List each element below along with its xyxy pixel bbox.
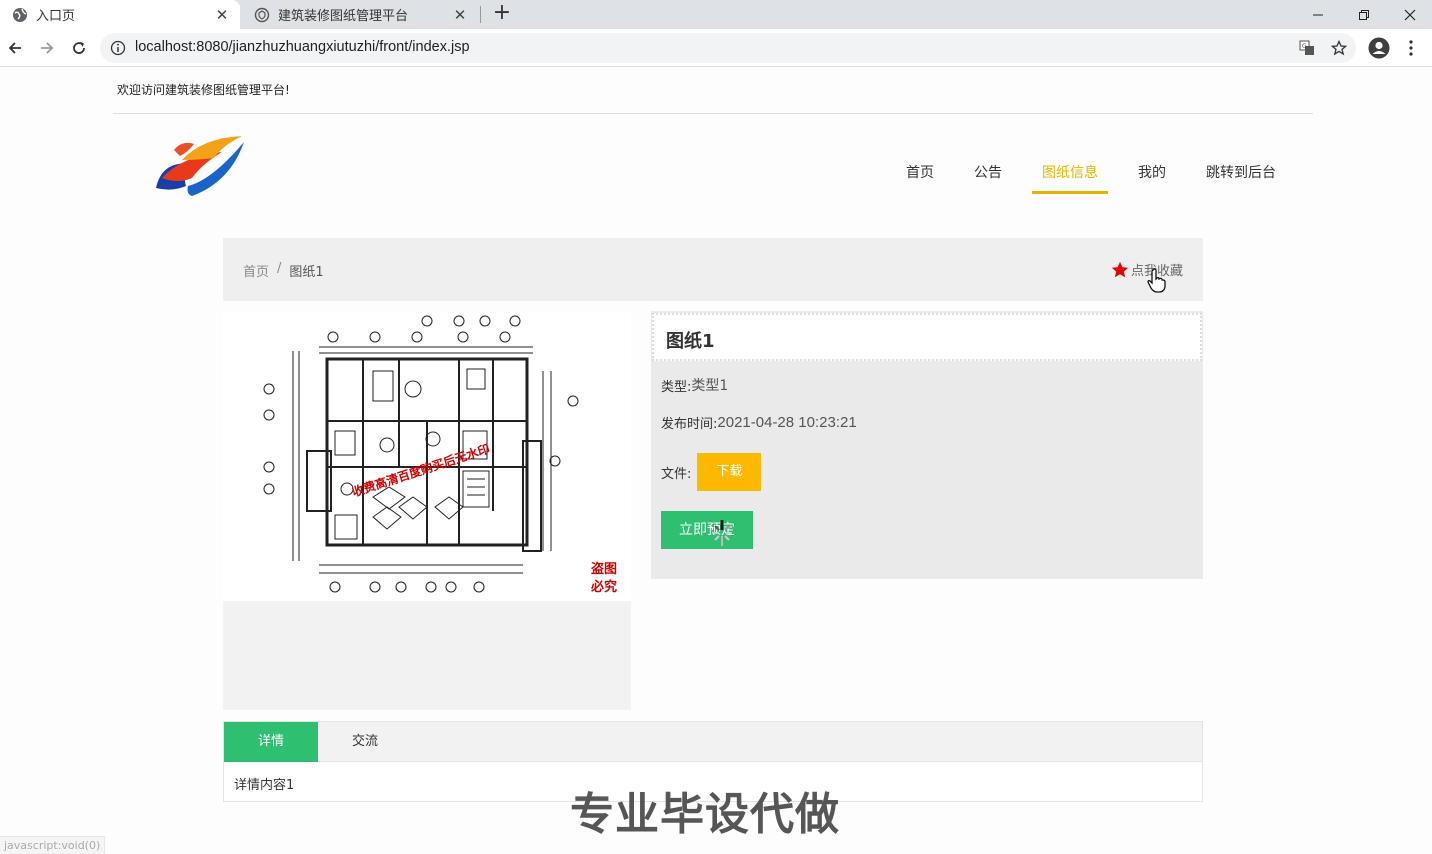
- window-close-icon[interactable]: [1387, 0, 1432, 29]
- seal-line-1: 盗图: [591, 562, 618, 577]
- reserve-button[interactable]: 立即预定: [661, 511, 753, 549]
- seal-line-2: 必究: [591, 580, 618, 595]
- drawing-image-frame: 收费高清百度购买后无水印 盗图 必究: [223, 311, 631, 710]
- drawing-detail-panel: 图纸1 类型: 类型1 发布时间: 2021-04-28 10:23:21 文件…: [651, 311, 1203, 579]
- type-row: 类型: 类型1: [661, 375, 728, 395]
- nav-home[interactable]: 首页: [896, 164, 944, 194]
- svg-text:G: G: [1302, 43, 1307, 50]
- hand-cursor-icon: [1147, 268, 1167, 294]
- browser-tab-inactive[interactable]: 建筑装修图纸管理平台 ✕: [244, 0, 478, 29]
- main-nav: 首页 公告 图纸信息 我的 跳转到后台: [886, 164, 1296, 194]
- publish-time-value: 2021-04-28 10:23:21: [717, 414, 857, 431]
- address-bar[interactable]: localhost:8080/jianzhuzhuangxiutuzhi/fro…: [100, 33, 1356, 63]
- watermark-seal: 盗图 必究: [591, 561, 621, 597]
- site-logo[interactable]: [152, 130, 248, 202]
- reload-icon[interactable]: [68, 37, 90, 59]
- tab-discussion[interactable]: 交流: [318, 722, 412, 762]
- info-icon[interactable]: [110, 40, 126, 56]
- tab-content: 详情内容1: [234, 778, 295, 793]
- drawing-title: 图纸1: [666, 331, 715, 352]
- nav-announcement[interactable]: 公告: [964, 164, 1012, 194]
- publish-time-label: 发布时间:: [661, 417, 718, 432]
- browser-tab-strip: 入口页 ✕ 建筑装修图纸管理平台 ✕ +: [0, 0, 1432, 29]
- breadcrumb: 首页 / 图纸1: [243, 261, 324, 280]
- status-bar: javascript:void(0): [0, 836, 106, 854]
- breadcrumb-separator: /: [277, 261, 282, 276]
- new-tab-plus-icon[interactable]: +: [490, 2, 514, 25]
- nav-mine[interactable]: 我的: [1128, 164, 1176, 194]
- tab-separator: [480, 6, 481, 23]
- download-button[interactable]: 下载: [697, 453, 762, 491]
- breadcrumb-bar: 首页 / 图纸1 点我收藏: [223, 238, 1203, 301]
- file-label: 文件:: [661, 466, 692, 482]
- close-icon[interactable]: ✕: [212, 5, 232, 25]
- type-value: 类型1: [691, 378, 729, 394]
- menu-dots-icon[interactable]: [1404, 37, 1418, 59]
- shield-icon: [254, 7, 270, 23]
- page-content: 欢迎访问建筑装修图纸管理平台! 首页 公告 图纸信息 我的 跳转到后台 首页 /…: [0, 68, 1432, 854]
- close-icon[interactable]: ✕: [450, 5, 470, 25]
- type-label: 类型:: [661, 379, 692, 395]
- minimize-icon[interactable]: [1295, 0, 1341, 29]
- star-icon: [1111, 261, 1129, 279]
- nav-admin[interactable]: 跳转到后台: [1196, 164, 1286, 194]
- watermark-diagonal: 收费高清百度购买后无水印: [350, 441, 492, 500]
- divider: [113, 113, 1313, 114]
- nav-drawings[interactable]: 图纸信息: [1032, 164, 1108, 194]
- tab-title: 建筑装修图纸管理平台: [278, 9, 409, 24]
- tab-details[interactable]: 详情: [224, 722, 318, 762]
- globe-icon: [12, 7, 28, 23]
- tabs-header: 详情 交流: [224, 722, 1202, 762]
- file-row: 文件: 下载: [661, 453, 762, 491]
- drawing-title-box: 图纸1: [652, 313, 1202, 361]
- browser-toolbar: localhost:8080/jianzhuzhuangxiutuzhi/fro…: [0, 29, 1432, 67]
- loading-spinner-icon: [708, 516, 736, 550]
- floor-plan-image[interactable]: 收费高清百度购买后无水印: [223, 311, 631, 601]
- translate-icon[interactable]: G: [1298, 39, 1316, 57]
- publish-time-row: 发布时间: 2021-04-28 10:23:21: [661, 413, 857, 432]
- bookmark-star-icon[interactable]: [1330, 39, 1348, 57]
- url-text[interactable]: localhost:8080/jianzhuzhuangxiutuzhi/fro…: [135, 39, 470, 55]
- tab-title: 入口页: [36, 9, 76, 24]
- restore-icon[interactable]: [1341, 0, 1387, 29]
- browser-tab-active[interactable]: 入口页 ✕: [0, 0, 240, 29]
- back-arrow-icon[interactable]: [4, 37, 26, 59]
- overlay-watermark-text: 专业毕设代做: [570, 789, 840, 840]
- welcome-text: 欢迎访问建筑装修图纸管理平台!: [117, 83, 290, 97]
- forward-arrow-icon[interactable]: [36, 37, 58, 59]
- profile-avatar-icon[interactable]: [1368, 37, 1390, 59]
- breadcrumb-home[interactable]: 首页: [243, 261, 269, 280]
- breadcrumb-current: 图纸1: [289, 265, 324, 280]
